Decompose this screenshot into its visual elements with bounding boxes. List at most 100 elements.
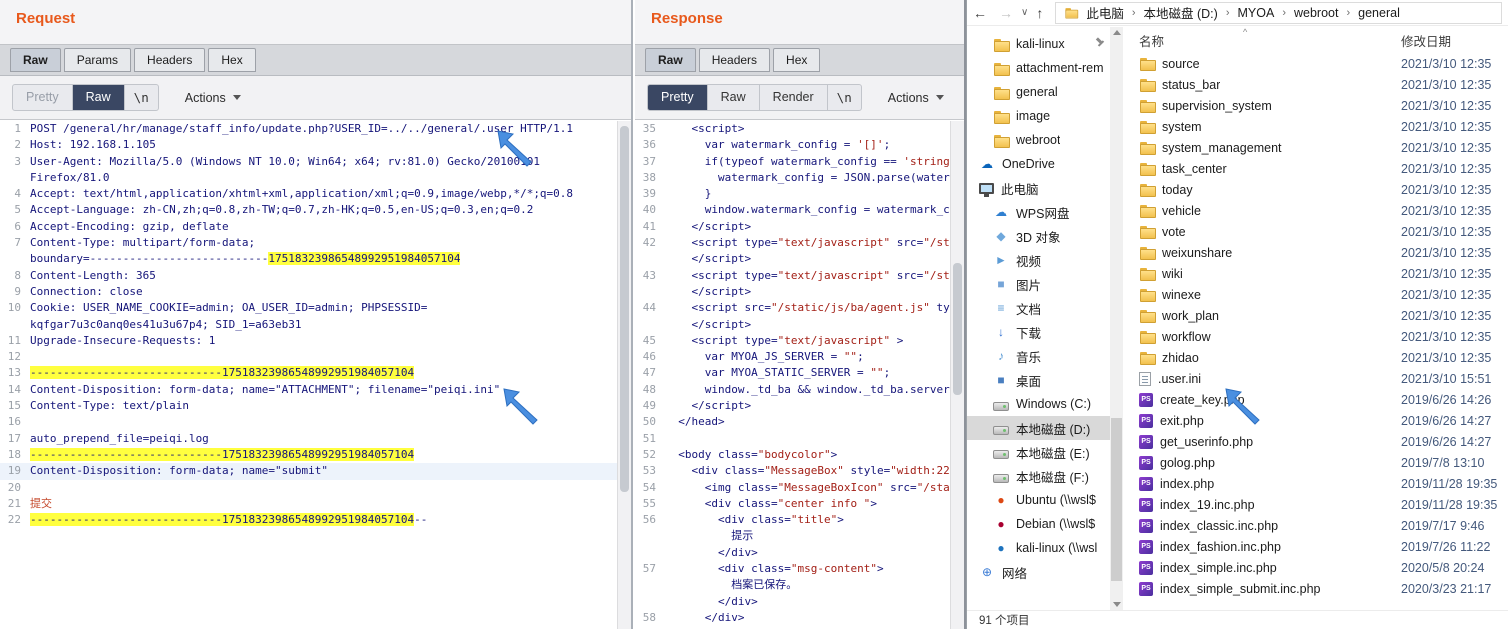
sidebar-item[interactable]: 本地磁盘 (E:) xyxy=(967,440,1110,464)
scroll-up-icon[interactable] xyxy=(1113,30,1121,35)
code-line[interactable]: 40 window.watermark_config = watermark_c… xyxy=(635,202,950,218)
back-button[interactable]: ← xyxy=(967,5,993,21)
sidebar-item[interactable]: ►视频 xyxy=(967,248,1110,272)
sidebar-item[interactable]: ●kali-linux (\\wsl xyxy=(967,536,1110,560)
code-line[interactable]: 6Accept-Encoding: gzip, deflate xyxy=(0,219,617,235)
response-tab-headers[interactable]: Headers xyxy=(699,48,770,72)
code-line[interactable]: </div> xyxy=(635,594,950,610)
code-line[interactable]: 10Cookie: USER_NAME_COOKIE=admin; OA_USE… xyxy=(0,300,617,316)
sidebar-item[interactable]: ☁WPS网盘 xyxy=(967,200,1110,224)
breadcrumb-item[interactable]: general xyxy=(1358,6,1400,20)
column-header-date[interactable]: 修改日期 xyxy=(1401,31,1508,50)
file-row[interactable]: exit.php2019/6/26 14:27 xyxy=(1123,410,1508,431)
breadcrumb-item[interactable]: MYOA xyxy=(1238,6,1275,20)
breadcrumb-item[interactable]: webroot xyxy=(1294,6,1338,20)
code-line[interactable]: 44 <script src="/static/js/ba/agent.js" … xyxy=(635,300,950,316)
sidebar-item[interactable]: kali-linux xyxy=(967,32,1110,56)
response-scrollbar[interactable] xyxy=(950,121,964,629)
file-row[interactable]: system2021/3/10 12:35 xyxy=(1123,116,1508,137)
code-line[interactable]: 2Host: 192.168.1.105 xyxy=(0,137,617,153)
code-line[interactable]: 档案已保存。 xyxy=(635,577,950,593)
request-actions-button[interactable]: Actions xyxy=(175,86,251,110)
request-editor[interactable]: 1POST /general/hr/manage/staff_info/upda… xyxy=(0,121,617,629)
response-pretty-button[interactable]: Pretty xyxy=(648,85,708,110)
sidebar-item[interactable]: 本地磁盘 (F:) xyxy=(967,464,1110,488)
sidebar-item[interactable]: ♪音乐 xyxy=(967,344,1110,368)
response-newline-button[interactable]: \n xyxy=(828,85,861,110)
response-editor[interactable]: 35 <script>36 var watermark_config = '[]… xyxy=(635,121,950,629)
forward-button[interactable]: → xyxy=(993,5,1019,21)
code-line[interactable]: 49 </script> xyxy=(635,398,950,414)
file-row[interactable]: wiki2021/3/10 12:35 xyxy=(1123,263,1508,284)
response-actions-button[interactable]: Actions xyxy=(878,86,954,110)
file-row[interactable]: index_simple.inc.php2020/5/8 20:24 xyxy=(1123,557,1508,578)
code-line[interactable]: 3User-Agent: Mozilla/5.0 (Windows NT 10.… xyxy=(0,154,617,170)
code-line[interactable]: 56 <div class="title"> xyxy=(635,512,950,528)
code-line[interactable]: 41 </script> xyxy=(635,219,950,235)
sidebar-item[interactable]: ↓下载 xyxy=(967,320,1110,344)
file-row[interactable]: zhidao2021/3/10 12:35 xyxy=(1123,347,1508,368)
code-line[interactable]: 7Content-Type: multipart/form-data; xyxy=(0,235,617,251)
breadcrumb-item[interactable]: 此电脑 xyxy=(1086,3,1124,22)
file-row[interactable]: create_key.php2019/6/26 14:26 xyxy=(1123,389,1508,410)
code-line[interactable]: 提示 xyxy=(635,528,950,544)
sidebar-item[interactable]: ●Ubuntu (\\wsl$ xyxy=(967,488,1110,512)
scroll-down-icon[interactable] xyxy=(1113,602,1121,607)
code-line[interactable]: 53 <div class="MessageBox" style="width:… xyxy=(635,463,950,479)
request-tab-headers[interactable]: Headers xyxy=(134,48,205,72)
code-line[interactable]: 9Connection: close xyxy=(0,284,617,300)
sidebar-item[interactable]: ☁OneDrive xyxy=(967,152,1110,176)
request-tab-hex[interactable]: Hex xyxy=(208,48,255,72)
file-row[interactable]: source2021/3/10 12:35 xyxy=(1123,53,1508,74)
code-line[interactable]: 46 var MYOA_JS_SERVER = ""; xyxy=(635,349,950,365)
code-line[interactable]: 39 } xyxy=(635,186,950,202)
sidebar-scrollbar[interactable] xyxy=(1110,27,1123,610)
code-line[interactable]: 54 <img class="MessageBoxIcon" src="/sta… xyxy=(635,480,950,496)
file-row[interactable]: task_center2021/3/10 12:35 xyxy=(1123,158,1508,179)
file-row[interactable]: golog.php2019/7/8 13:10 xyxy=(1123,452,1508,473)
request-newline-button[interactable]: \n xyxy=(125,85,158,110)
response-scrollbar-thumb[interactable] xyxy=(953,263,962,395)
sidebar-item[interactable]: general xyxy=(967,80,1110,104)
sidebar-item[interactable]: ■桌面 xyxy=(967,368,1110,392)
code-line[interactable]: 36 var watermark_config = '[]'; xyxy=(635,137,950,153)
code-line[interactable]: 11Upgrade-Insecure-Requests: 1 xyxy=(0,333,617,349)
file-row[interactable]: today2021/3/10 12:35 xyxy=(1123,179,1508,200)
code-line[interactable]: 55 <div class="center info "> xyxy=(635,496,950,512)
code-line[interactable]: 5Accept-Language: zh-CN,zh;q=0.8,zh-TW;q… xyxy=(0,202,617,218)
response-render-button[interactable]: Render xyxy=(760,85,828,110)
sidebar-item[interactable]: ◆3D 对象 xyxy=(967,224,1110,248)
code-line[interactable]: 57 <div class="msg-content"> xyxy=(635,561,950,577)
code-line[interactable]: 43 <script type="text/javascript" src="/… xyxy=(635,268,950,284)
code-line[interactable]: 37 if(typeof watermark_config == 'string… xyxy=(635,154,950,170)
code-line[interactable]: 50 </head> xyxy=(635,414,950,430)
file-row[interactable]: supervision_system2021/3/10 12:35 xyxy=(1123,95,1508,116)
response-tab-raw[interactable]: Raw xyxy=(645,48,696,72)
code-line[interactable]: 14Content-Disposition: form-data; name="… xyxy=(0,382,617,398)
sidebar-item[interactable]: 本地磁盘 (D:) xyxy=(967,416,1110,440)
code-line[interactable]: </script> xyxy=(635,251,950,267)
response-raw-button[interactable]: Raw xyxy=(708,85,760,110)
code-line[interactable]: kqfgar7u3c0anq0es41u3u67p4; SID_1=a63eb3… xyxy=(0,317,617,333)
code-line[interactable]: 8Content-Length: 365 xyxy=(0,268,617,284)
address-bar[interactable]: 此电脑›本地磁盘 (D:)›MYOA›webroot›general xyxy=(1055,2,1502,24)
request-raw-button[interactable]: Raw xyxy=(73,85,125,110)
sidebar-item[interactable]: ≡文档 xyxy=(967,296,1110,320)
request-scrollbar-thumb[interactable] xyxy=(620,126,629,492)
file-row[interactable]: get_userinfo.php2019/6/26 14:27 xyxy=(1123,431,1508,452)
up-button[interactable]: ↑ xyxy=(1030,5,1049,21)
file-row[interactable]: index_fashion.inc.php2019/7/26 11:22 xyxy=(1123,536,1508,557)
code-line[interactable]: 51 xyxy=(635,431,950,447)
history-dropdown-icon[interactable]: ∨ xyxy=(1019,7,1030,18)
file-row[interactable]: .user.ini2021/3/10 15:51 xyxy=(1123,368,1508,389)
code-line[interactable]: </div> xyxy=(635,545,950,561)
code-line[interactable]: 47 var MYOA_STATIC_SERVER = ""; xyxy=(635,365,950,381)
code-line[interactable]: 52 <body class="bodycolor"> xyxy=(635,447,950,463)
code-line[interactable]: </script> xyxy=(635,284,950,300)
file-row[interactable]: workflow2021/3/10 12:35 xyxy=(1123,326,1508,347)
code-line[interactable]: 1POST /general/hr/manage/staff_info/upda… xyxy=(0,121,617,137)
code-line[interactable]: </script> xyxy=(635,317,950,333)
code-line[interactable]: 35 <script> xyxy=(635,121,950,137)
code-line[interactable]: 4Accept: text/html,application/xhtml+xml… xyxy=(0,186,617,202)
code-line[interactable]: 16 xyxy=(0,414,617,430)
